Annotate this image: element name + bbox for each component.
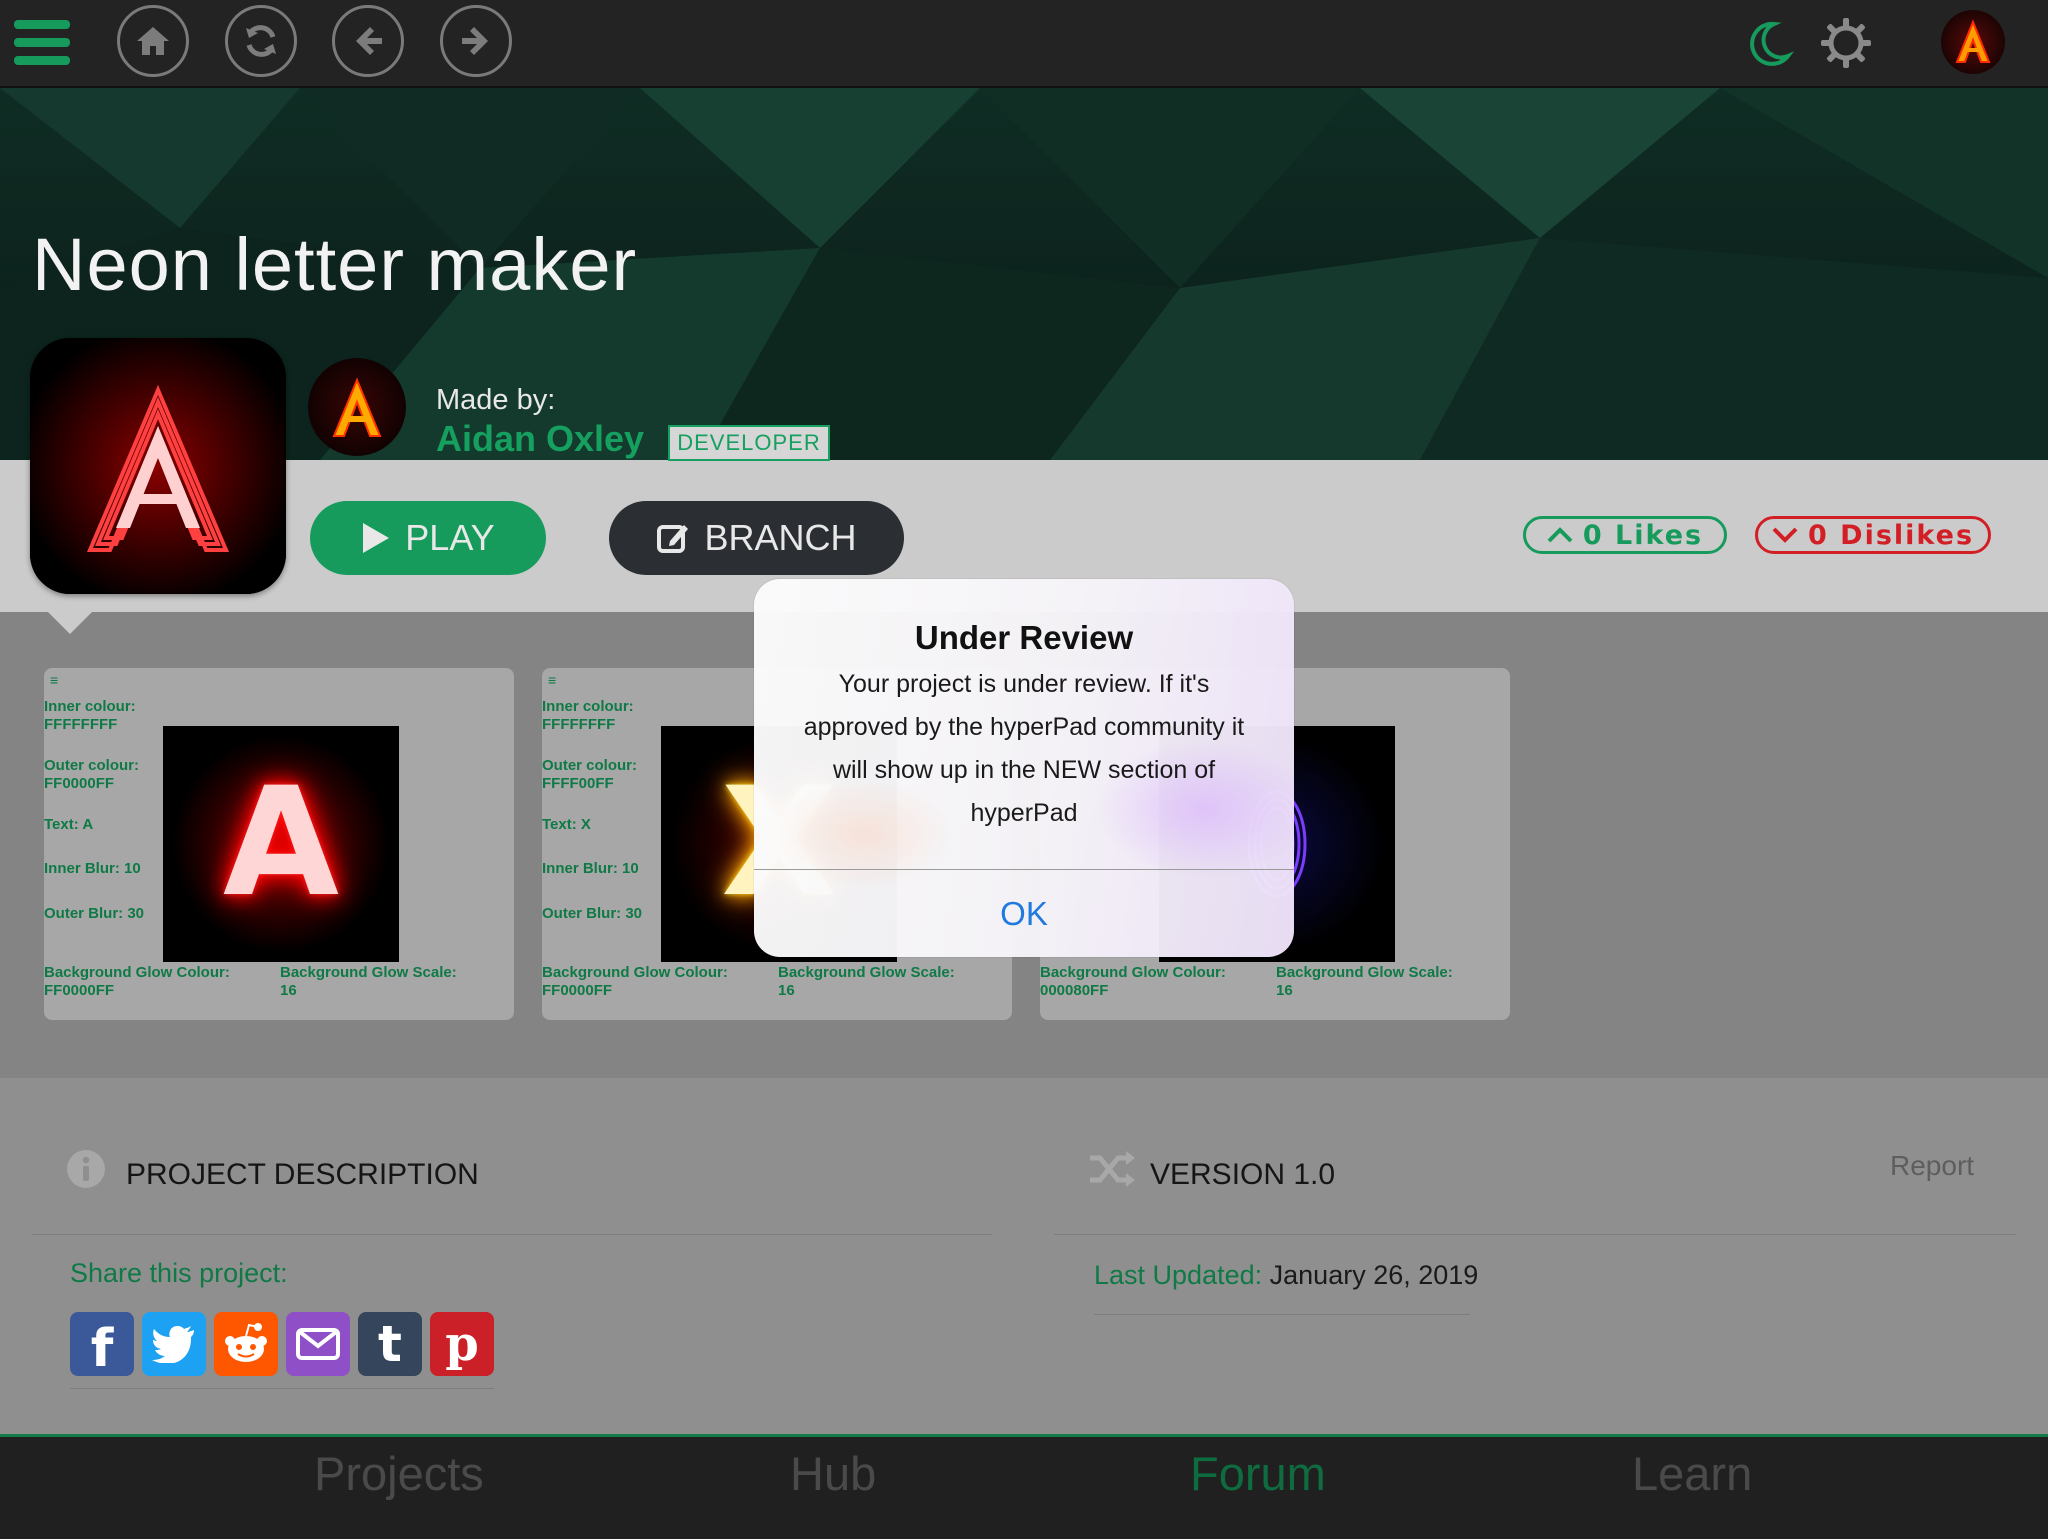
inner-colour-value: FFFFFFFF: [542, 716, 616, 733]
dialog-title: Under Review: [914, 619, 1134, 656]
project-info-section: [0, 1078, 2048, 1434]
hamburger-menu-icon[interactable]: [14, 20, 70, 65]
like-button[interactable]: 0 Likes: [1523, 516, 1727, 554]
inner-blur-value: Inner Blur: 10: [44, 860, 141, 877]
top-bar: [0, 0, 2048, 88]
divider: [1054, 1234, 2016, 1235]
card-menu-icon: ≡: [548, 672, 557, 688]
bg-glow-colour-label: Background Glow Colour:: [542, 964, 728, 981]
avatar[interactable]: [1941, 10, 2005, 74]
text-value: Text: A: [44, 816, 94, 833]
moon-icon[interactable]: [1744, 18, 1794, 68]
card-menu-icon: ≡: [50, 672, 59, 688]
dislike-button[interactable]: 0 Dislikes: [1755, 516, 1991, 554]
nav-hub[interactable]: Hub: [790, 1446, 876, 1501]
author-logo-icon: [332, 377, 382, 437]
play-button[interactable]: PLAY: [310, 501, 546, 575]
made-by-label: Made by:: [436, 384, 556, 416]
neon-preview: A: [163, 726, 399, 962]
bg-glow-scale-value: 16: [778, 982, 795, 999]
last-updated: Last Updated: January 26, 2019: [1094, 1260, 1478, 1291]
chevron-down-icon: [1772, 527, 1798, 543]
bg-glow-scale-label: Background Glow Scale:: [1276, 964, 1453, 981]
arrow-right-icon: [462, 27, 488, 55]
arrow-left-icon: [356, 27, 382, 55]
chevron-up-icon: [1547, 527, 1573, 543]
project-description-heading: PROJECT DESCRIPTION: [126, 1158, 479, 1191]
info-icon: [67, 1150, 105, 1188]
share-label: Share this project:: [70, 1258, 288, 1288]
bg-glow-colour-value: FF0000FF: [542, 982, 613, 999]
app-logo-icon: [1955, 19, 1991, 63]
project-app-icon: [30, 338, 286, 594]
project-title: Neon letter maker: [32, 223, 638, 306]
pinterest-icon[interactable]: p: [430, 1312, 494, 1376]
inner-colour-value: FFFFFFFF: [44, 716, 118, 733]
facebook-icon[interactable]: f: [70, 1312, 134, 1379]
bg-glow-colour-label: Background Glow Colour:: [44, 964, 230, 981]
divider: [70, 1388, 494, 1389]
bg-glow-colour-value: 000080FF: [1040, 982, 1109, 999]
play-button-label: PLAY: [405, 517, 495, 558]
edit-icon: [657, 525, 689, 553]
likes-count: 0 Likes: [1582, 519, 1704, 551]
version-heading: VERSION 1.0: [1150, 1158, 1336, 1191]
reddit-icon[interactable]: [214, 1312, 278, 1376]
outer-colour-label: Outer colour:: [542, 757, 638, 774]
email-icon[interactable]: [286, 1312, 350, 1376]
branch-button[interactable]: BRANCH: [609, 501, 904, 575]
bg-glow-colour-value: FF0000FF: [44, 982, 115, 999]
dialog-message: Your project is under review. If it's ap…: [803, 670, 1245, 827]
forward-button[interactable]: [440, 5, 512, 77]
divider: [32, 1234, 992, 1235]
inner-blur-value: Inner Blur: 10: [542, 860, 639, 877]
back-button[interactable]: [332, 5, 404, 77]
home-button[interactable]: [117, 5, 189, 77]
play-icon: [363, 523, 390, 553]
under-review-dialog: Under Review Your project is under revie…: [754, 579, 1294, 957]
last-updated-label: Last Updated:: [1094, 1260, 1263, 1290]
gallery-pointer: [48, 612, 92, 634]
report-link[interactable]: Report: [1890, 1150, 1974, 1182]
inner-colour-label: Inner colour:: [44, 698, 136, 715]
twitter-icon[interactable]: [142, 1312, 206, 1376]
home-icon: [137, 27, 169, 55]
last-updated-value: January 26, 2019: [1269, 1260, 1479, 1290]
shuffle-icon: [1090, 1151, 1135, 1187]
text-value: Text: X: [542, 816, 591, 833]
inner-colour-label: Inner colour:: [542, 698, 634, 715]
bg-glow-scale-value: 16: [280, 982, 297, 999]
dislikes-count: 0 Dislikes: [1807, 519, 1975, 551]
outer-colour-value: FFFF00FF: [542, 775, 614, 792]
tumblr-icon[interactable]: t: [358, 1312, 422, 1376]
neon-letter-icon: [30, 338, 286, 594]
divider: [1094, 1314, 1470, 1315]
author-name-link[interactable]: Aidan Oxley: [436, 418, 644, 460]
refresh-icon: [246, 25, 276, 57]
gallery-card[interactable]: ≡ Inner colour: FFFFFFFF Outer colour: F…: [44, 668, 514, 1020]
developer-badge: DEVELOPER: [668, 425, 830, 461]
bg-glow-scale-value: 16: [1276, 982, 1293, 999]
nav-projects[interactable]: Projects: [314, 1446, 484, 1501]
refresh-button[interactable]: [225, 5, 297, 77]
outer-colour-value: FF0000FF: [44, 775, 115, 792]
ok-button[interactable]: OK: [754, 870, 1294, 957]
bg-glow-scale-label: Background Glow Scale:: [280, 964, 457, 981]
preview-letter: A: [222, 756, 340, 930]
author-avatar[interactable]: [308, 358, 406, 456]
bg-glow-colour-label: Background Glow Colour:: [1040, 964, 1226, 981]
nav-learn[interactable]: Learn: [1632, 1446, 1752, 1501]
outer-blur-value: Outer Blur: 30: [44, 905, 145, 922]
bg-glow-scale-label: Background Glow Scale:: [778, 964, 955, 981]
gear-icon[interactable]: [1820, 17, 1872, 69]
branch-button-label: BRANCH: [704, 517, 857, 558]
outer-blur-value: Outer Blur: 30: [542, 905, 643, 922]
nav-forum[interactable]: Forum: [1190, 1446, 1326, 1501]
outer-colour-label: Outer colour:: [44, 757, 140, 774]
